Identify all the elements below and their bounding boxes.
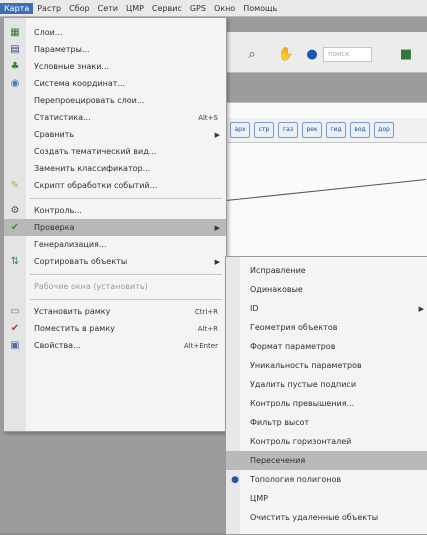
menu-item-symbols[interactable]: ♣ Условные знаки...: [4, 58, 226, 75]
zoom-icon[interactable]: ⌕: [242, 44, 262, 64]
tree-icon: ♣: [10, 61, 20, 72]
menu-pomosch[interactable]: Помощь: [239, 3, 281, 14]
submenu-item-intersections[interactable]: Пересечения: [226, 451, 427, 470]
menu-item-properties[interactable]: ▣ Свойства... Alt+Enter: [4, 337, 226, 354]
submenu-item-parameter-format[interactable]: Формат параметров: [226, 337, 427, 356]
menu-item-set-frame[interactable]: ▭ Установить рамку Ctrl+R: [4, 303, 226, 320]
menu-bar: Карта Растр Сбор Сети ЦМР Сервис GPS Окн…: [0, 0, 427, 17]
menu-servis[interactable]: Сервис: [148, 3, 186, 14]
submenu-item-correction[interactable]: Исправление: [226, 261, 427, 280]
search-input[interactable]: поиск: [323, 47, 372, 62]
submenu-item-parameter-uniqueness[interactable]: Уникальность параметров: [226, 356, 427, 375]
menu-item-event-script[interactable]: ✎ Скрипт обработки событий...: [4, 177, 226, 194]
sort-icon: ⇅: [10, 256, 20, 267]
submenu-item-contour-control[interactable]: Контроль горизонталей: [226, 432, 427, 451]
check-tool-icon: ⚙: [10, 205, 20, 216]
layer-tab[interactable]: арх: [230, 122, 250, 138]
layer-tab[interactable]: дор: [374, 122, 394, 138]
info-icon: ●: [231, 474, 239, 485]
chevron-right-icon: ▶: [214, 257, 220, 266]
submenu-item-elevation-control[interactable]: Контроль превышения...: [226, 394, 427, 413]
menu-item-work-windows: Рабочие окна (установить): [34, 282, 148, 291]
properties-icon: ▣: [10, 340, 20, 351]
chevron-right-icon: ▶: [418, 304, 424, 313]
hand-icon[interactable]: ✋: [276, 44, 296, 64]
menu-okno[interactable]: Окно: [210, 3, 239, 14]
grid-icon: ▤: [10, 44, 20, 55]
menu-separator: [30, 299, 222, 300]
shortcut-label: Alt+Enter: [183, 341, 218, 350]
shortcut-label: Ctrl+R: [194, 307, 218, 316]
menu-item-thematic-view[interactable]: Создать тематический вид...: [4, 143, 226, 160]
menu-separator: [30, 274, 222, 275]
layer-tab[interactable]: гид: [326, 122, 346, 138]
menu-item-sort-objects[interactable]: ⇅ Сортировать объекты ▶: [4, 253, 226, 270]
menu-item-fit-frame[interactable]: ✔ Поместить в рамку Alt+R: [4, 320, 226, 337]
layers-icon: ▦: [10, 27, 20, 38]
menu-item-replace-classifier[interactable]: Заменить классификатор...: [4, 160, 226, 177]
submenu-item-remove-empty-labels[interactable]: Удалить пустые подписи: [226, 375, 427, 394]
menu-item-compare[interactable]: Сравнить ▶: [4, 126, 226, 143]
layer-tab-row: арх стр газ рек гид вод дор: [226, 118, 427, 143]
layer-tab[interactable]: стр: [254, 122, 274, 138]
menu-item-layers[interactable]: ▦ Слои...: [4, 24, 226, 41]
layer-tab[interactable]: рек: [302, 122, 322, 138]
menu-item-check[interactable]: ✔ Проверка ▶: [4, 219, 226, 236]
menu-cmr[interactable]: ЦМР: [122, 3, 148, 14]
map-menu-dropdown: ▦ Слои... ▤ Параметры... ♣ Условные знак…: [3, 17, 227, 432]
submenu-item-polygon-topology[interactable]: ● Топология полигонов: [226, 470, 427, 489]
submenu-item-duplicates[interactable]: Одинаковые: [226, 280, 427, 299]
menu-item-generalization[interactable]: Генерализация...: [4, 236, 226, 253]
shortcut-label: Alt+R: [197, 324, 218, 333]
globe-icon: ◉: [10, 78, 20, 89]
menu-item-coordinate-system[interactable]: ◉ Система координат...: [4, 75, 226, 92]
submenu-item-clear-deleted[interactable]: Очистить удаленные объекты: [226, 508, 427, 527]
check-submenu: Исправление Одинаковые ID ▶ Геометрия об…: [225, 256, 427, 535]
menu-gps[interactable]: GPS: [186, 3, 210, 14]
check-green-icon: ✔: [10, 222, 20, 233]
menu-sbor[interactable]: Сбор: [65, 3, 94, 14]
submenu-item-height-filter[interactable]: Фильтр высот: [226, 413, 427, 432]
menu-item-reproject[interactable]: Перепроецировать слои...: [4, 92, 226, 109]
check-red-icon: ✔: [10, 323, 20, 334]
chevron-right-icon: ▶: [214, 223, 220, 232]
script-icon: ✎: [10, 180, 20, 191]
database-icon[interactable]: ■: [396, 44, 416, 64]
menu-item-control[interactable]: ⚙ Контроль...: [4, 202, 226, 219]
submenu-item-id[interactable]: ID ▶: [226, 299, 427, 318]
info-icon[interactable]: ●: [302, 44, 322, 64]
chevron-right-icon: ▶: [214, 130, 220, 139]
layer-tab[interactable]: вод: [350, 122, 370, 138]
menu-seti[interactable]: Сети: [94, 3, 122, 14]
menu-item-parameters[interactable]: ▤ Параметры...: [4, 41, 226, 58]
menu-rastr[interactable]: Растр: [33, 3, 65, 14]
layer-tab[interactable]: газ: [278, 122, 298, 138]
frame-icon: ▭: [10, 306, 20, 317]
submenu-item-dem[interactable]: ЦМР: [226, 489, 427, 508]
submenu-item-geometry[interactable]: Геометрия объектов: [226, 318, 427, 337]
menu-karta[interactable]: Карта: [0, 2, 34, 14]
menu-separator: [30, 198, 222, 199]
menu-item-statistics[interactable]: Статистика... Alt+S: [4, 109, 226, 126]
shortcut-label: Alt+S: [198, 113, 218, 122]
